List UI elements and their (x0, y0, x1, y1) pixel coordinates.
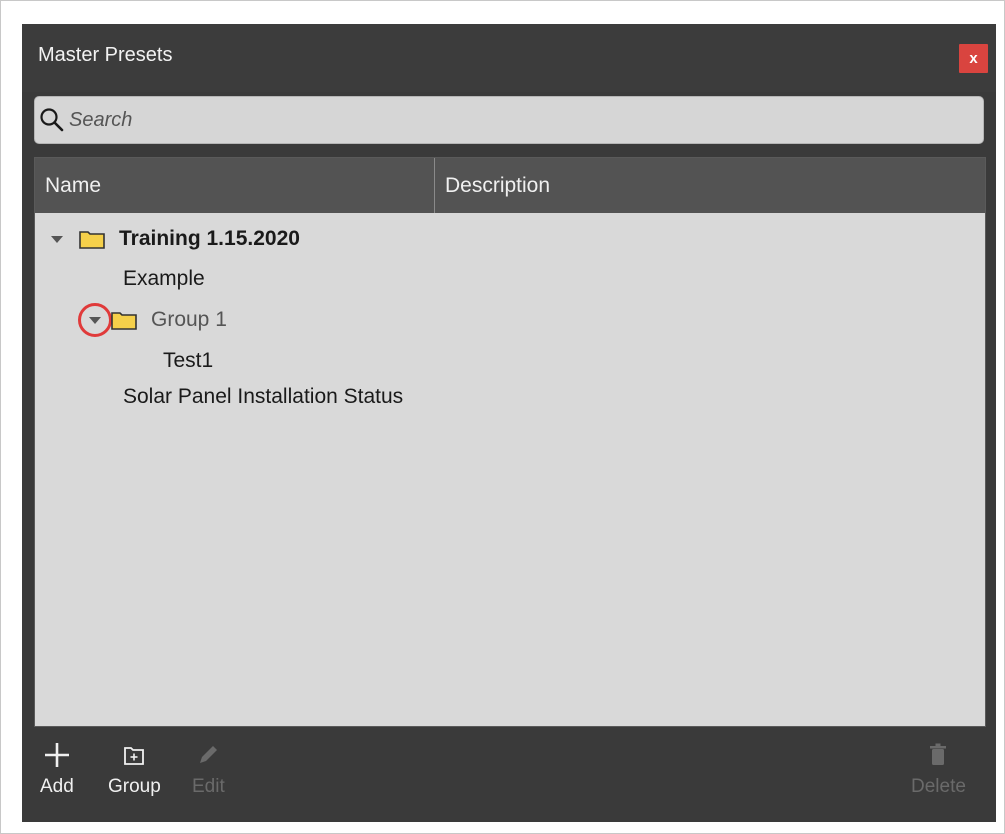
tree-row-example[interactable]: Example (123, 261, 205, 297)
caret-down-icon[interactable] (51, 235, 63, 243)
tree-row-training[interactable]: Training 1.15.2020 (51, 221, 300, 257)
pencil-icon (200, 746, 218, 763)
plus-icon (44, 743, 69, 767)
search-input[interactable] (69, 103, 969, 137)
title-bar: Master Presets x (22, 24, 996, 92)
column-header-description[interactable]: Description (435, 158, 985, 213)
tree-row-label: Test1 (163, 349, 214, 372)
search-icon (40, 108, 64, 132)
bottom-toolbar: Add Group Edit Delete (22, 730, 996, 822)
add-button[interactable]: Add (40, 740, 74, 798)
folder-icon (79, 231, 105, 249)
trash-icon (930, 743, 947, 765)
folder-icon (111, 312, 137, 330)
tree-row-label: Training 1.15.2020 (119, 227, 300, 250)
tree-row-group-1[interactable]: Group 1 (89, 302, 227, 338)
tree-row-test1[interactable]: Test1 (163, 343, 213, 379)
tree-row-solar-panel[interactable]: Solar Panel Installation Status (123, 379, 403, 415)
caret-down-icon[interactable] (89, 316, 101, 324)
delete-button[interactable]: Delete (911, 740, 966, 798)
folder-plus-icon (124, 747, 145, 765)
edit-button[interactable]: Edit (192, 740, 225, 798)
close-button[interactable]: x (959, 44, 988, 73)
column-header-name[interactable]: Name (35, 158, 435, 213)
search-box[interactable] (34, 96, 984, 144)
table-header: Name Description (35, 158, 985, 213)
tree-row-label: Example (123, 267, 205, 290)
master-presets-dialog: Master Presets x Name Description Traini (22, 24, 996, 822)
tree-row-label: Group 1 (151, 308, 227, 331)
group-button[interactable]: Group (108, 740, 161, 798)
presets-table: Name Description Training 1.15.2020 Exam… (34, 157, 986, 727)
dialog-title: Master Presets (38, 44, 173, 66)
close-icon: x (969, 50, 978, 67)
tree-row-label: Solar Panel Installation Status (123, 385, 404, 408)
